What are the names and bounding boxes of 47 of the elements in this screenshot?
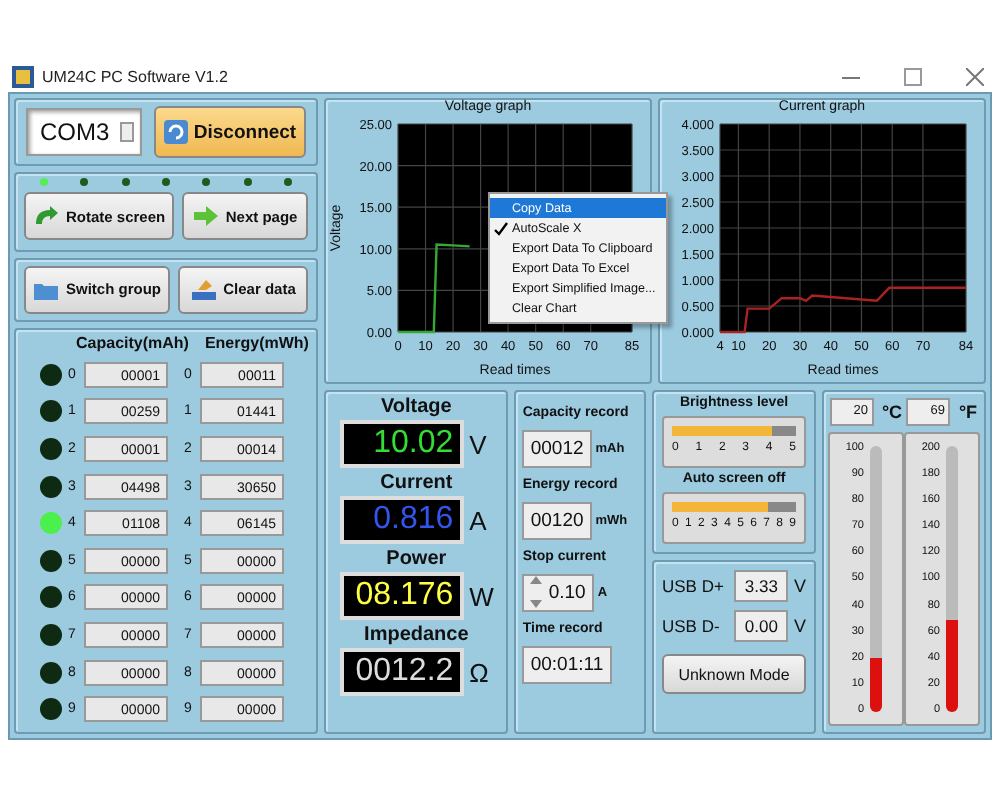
mode-button[interactable]: Unknown Mode <box>662 654 806 694</box>
unit-label: W <box>469 581 494 611</box>
reading-label: Impedance <box>364 624 469 648</box>
maximize-icon[interactable] <box>904 68 922 86</box>
unit-label: °C <box>881 402 903 422</box>
reading-label: Power <box>386 548 447 572</box>
reading-value: 08.176 <box>355 578 454 614</box>
unit-label: Ω <box>469 657 491 687</box>
group-indicator[interactable] <box>40 549 62 572</box>
port-dropdown[interactable]: COM3 <box>26 108 142 156</box>
group-indicator[interactable] <box>40 698 62 721</box>
group-indicator[interactable] <box>40 586 62 609</box>
unit-label: A <box>469 505 489 535</box>
record-value: 00120 <box>522 501 592 539</box>
usb-label: USB D- <box>662 616 722 636</box>
record-value: 00012 <box>522 429 592 467</box>
curved-arrow-icon <box>32 204 60 229</box>
reading-label: Current <box>380 472 453 496</box>
group-indicator[interactable] <box>40 475 62 498</box>
disconnect-button[interactable]: Disconnect <box>154 106 306 158</box>
spin-arrows-icon <box>530 572 543 612</box>
unit-label: V <box>793 616 806 636</box>
group-indicator[interactable] <box>40 624 62 647</box>
unit-label: V <box>793 576 806 596</box>
refresh-icon <box>163 120 188 144</box>
reading-value: 10.02 <box>373 426 454 462</box>
window-title: UM24C PC Software V1.2 <box>42 68 228 86</box>
group-indicator[interactable] <box>40 363 62 386</box>
record-value: 00:01:11 <box>522 645 612 683</box>
data-line <box>398 243 470 334</box>
app-icon <box>12 66 34 88</box>
close-icon[interactable] <box>966 68 984 86</box>
unit-label: °F <box>958 402 978 422</box>
unit-label: V <box>469 429 489 459</box>
usb-value: 0.00 <box>734 610 788 642</box>
reading-value: 0.816 <box>373 502 454 538</box>
group-indicator[interactable] <box>40 438 62 461</box>
stop-current-spinner[interactable]: 0.10 <box>522 573 594 611</box>
group-indicator[interactable] <box>40 661 62 684</box>
usb-label: USB D+ <box>662 576 726 596</box>
reading-label: Voltage <box>380 396 452 420</box>
reading-value: 0012.2 <box>355 654 454 690</box>
column-header: Capacity(mAh) <box>76 334 189 357</box>
column-header: Energy(mWh) <box>204 334 309 357</box>
usb-value: 3.33 <box>734 570 788 602</box>
group-indicator[interactable] <box>40 400 62 423</box>
right-arrow-icon <box>191 204 220 229</box>
